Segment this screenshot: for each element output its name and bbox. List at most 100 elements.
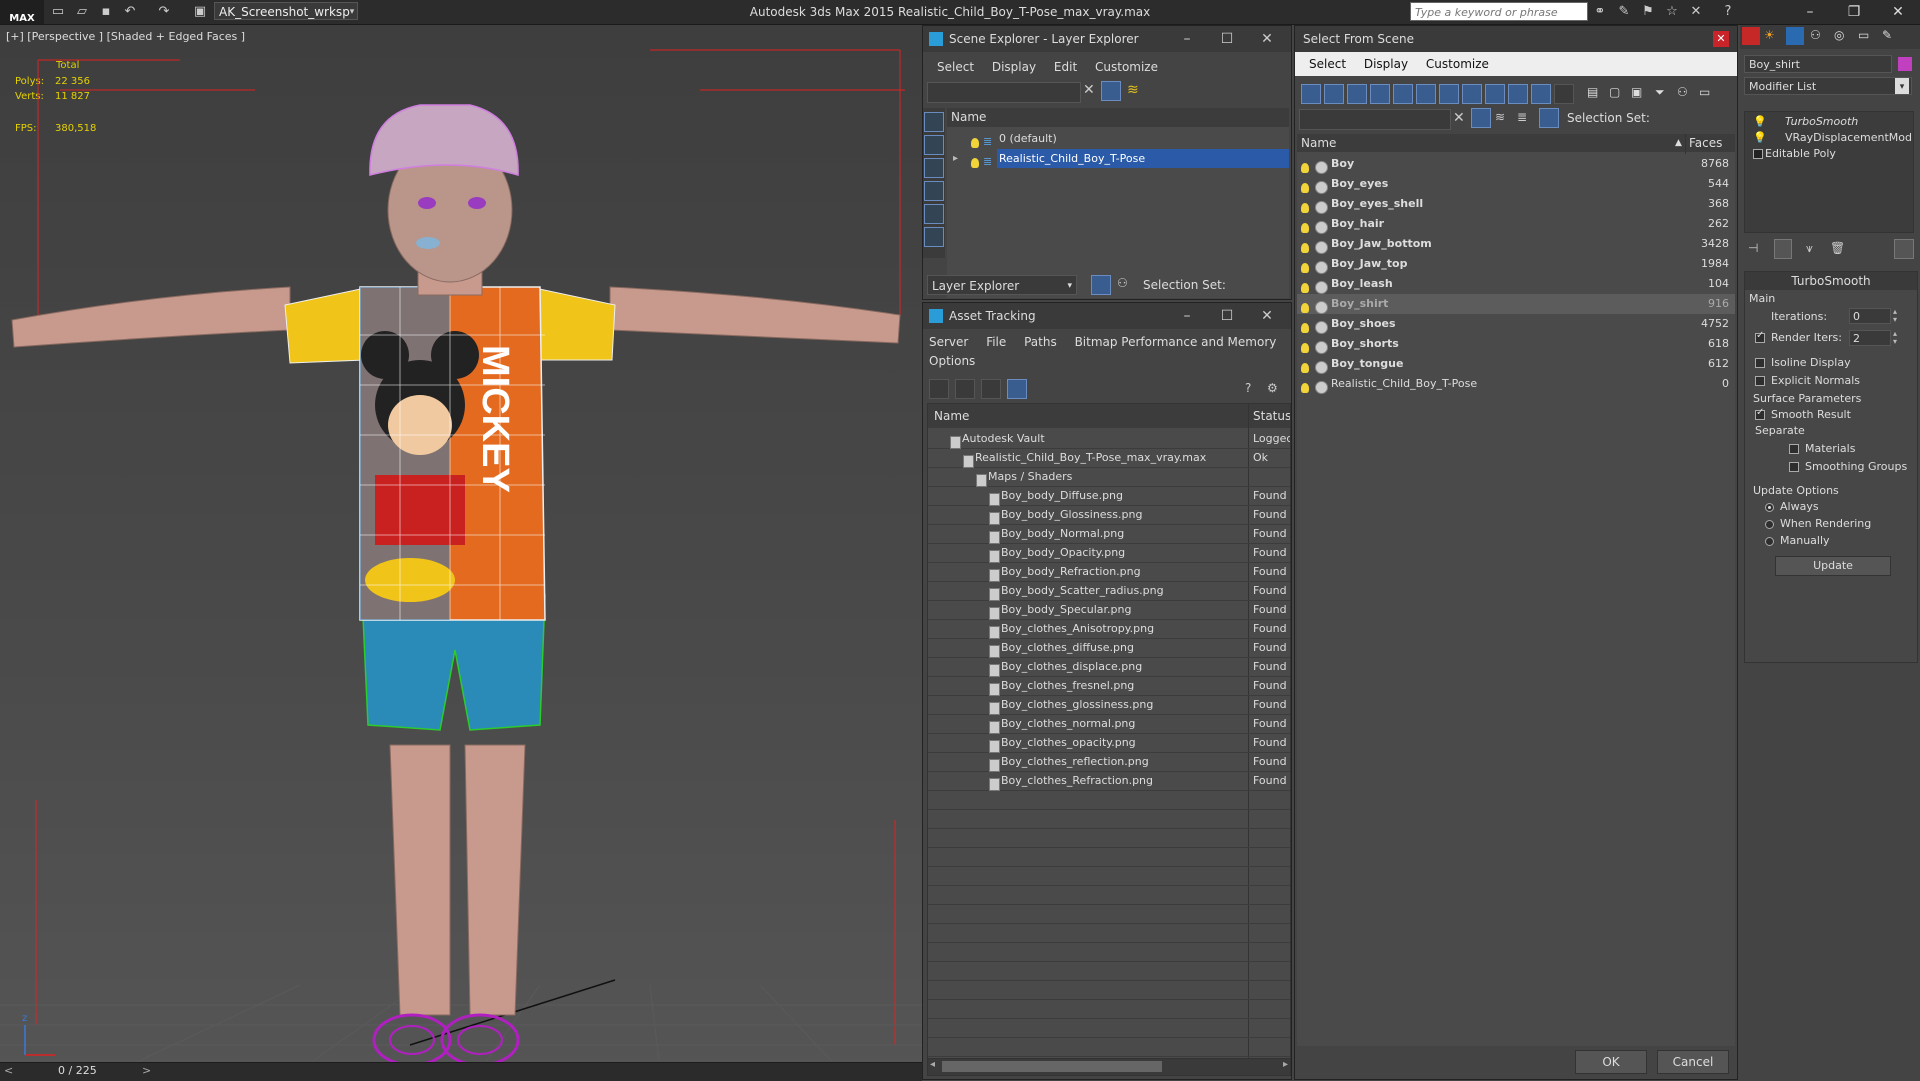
object-row[interactable]: Boy_shirt 916 — [1297, 294, 1735, 314]
tools-icon[interactable]: ✎ — [1616, 4, 1632, 20]
asset-row[interactable]: Boy_clothes_opacity.png Found — [928, 733, 1290, 753]
asset-row[interactable]: Maps / Shaders — [928, 467, 1290, 487]
time-next-icon[interactable]: > — [142, 1064, 151, 1077]
explicit-normals-checkbox[interactable] — [1755, 376, 1765, 386]
binoculars-icon[interactable]: ⚭ — [1592, 4, 1608, 20]
update-button[interactable]: Update — [1775, 556, 1891, 576]
cancel-button[interactable]: Cancel — [1657, 1050, 1729, 1074]
make-unique-icon[interactable]: ⩛ — [1806, 241, 1813, 256]
refresh-icon[interactable] — [929, 379, 949, 399]
object-row[interactable]: Boy_shorts 618 — [1297, 334, 1735, 354]
rollout-title[interactable]: TurboSmooth — [1745, 272, 1917, 290]
display-none-icon[interactable]: ▢ — [1609, 85, 1620, 99]
stack-item-editable-poly[interactable]: Editable Poly — [1745, 144, 1913, 163]
show-end-result-icon[interactable] — [1774, 239, 1792, 259]
manually-radio[interactable] — [1765, 536, 1774, 546]
select-from-scene-titlebar[interactable]: Select From Scene — [1295, 26, 1737, 52]
undo-icon[interactable]: ↶ — [122, 4, 138, 20]
display-lights-icon[interactable] — [1347, 84, 1367, 104]
expand-arrow-icon[interactable]: ▸ — [953, 149, 958, 168]
menu-display[interactable]: Display — [1364, 57, 1408, 71]
table-view-icon[interactable] — [1007, 379, 1027, 399]
asset-row[interactable]: Boy_body_Specular.png Found — [928, 600, 1290, 620]
maximize-icon[interactable]: ☐ — [1207, 303, 1247, 329]
save-icon[interactable]: ▪ — [98, 4, 114, 20]
object-row[interactable]: Boy_leash 104 — [1297, 274, 1735, 294]
spinner-arrows-icon[interactable]: ▴ ▾ — [1893, 330, 1897, 346]
minimize-icon[interactable]: – — [1167, 26, 1207, 52]
display-containers-icon[interactable] — [1508, 84, 1528, 104]
column-header-faces[interactable]: Faces — [1689, 134, 1722, 152]
new-file-icon[interactable]: ▭ — [50, 4, 66, 20]
column-header-name[interactable]: Name — [934, 404, 969, 428]
menu-edit[interactable]: Edit — [1054, 60, 1077, 74]
list-view-icon[interactable] — [955, 379, 975, 399]
display-shapes-icon[interactable] — [1324, 84, 1344, 104]
star-icon[interactable]: ☆ — [1664, 4, 1680, 20]
scrollbar-thumb[interactable] — [942, 1061, 1162, 1072]
scroll-right-icon[interactable]: ▸ — [1283, 1059, 1288, 1070]
column-header-name[interactable]: Name — [1301, 134, 1336, 152]
filter-icon[interactable] — [1101, 81, 1121, 101]
menu-display[interactable]: Display — [992, 60, 1036, 74]
modifier-list-dropdown[interactable]: Modifier List ▾ — [1744, 77, 1912, 95]
remove-modifier-icon[interactable]: 🗑 — [1830, 241, 1845, 255]
perspective-viewport[interactable]: [+] [Perspective ] [Shaded + Edged Faces… — [0, 25, 922, 1070]
motion-tab-icon[interactable]: ◎ — [1834, 28, 1844, 42]
display-frozen-icon[interactable] — [1531, 84, 1551, 104]
explorer-type-dropdown[interactable]: Layer Explorer ▾ — [927, 275, 1077, 295]
minimize-icon[interactable]: – — [1167, 303, 1207, 329]
display-shapes-icon[interactable] — [924, 158, 944, 178]
smoothing-groups-checkbox[interactable] — [1789, 462, 1799, 472]
layer-row-boy[interactable]: ▸ ≣ Realistic_Child_Boy_T-Pose — [947, 149, 1289, 168]
restore-icon[interactable]: ❐ — [1832, 0, 1876, 24]
menu-select[interactable]: Select — [937, 60, 974, 74]
materials-checkbox[interactable] — [1789, 444, 1799, 454]
light-bulb-icon[interactable] — [1301, 378, 1309, 398]
display-geometry-icon[interactable] — [1301, 84, 1321, 104]
asset-row[interactable]: Boy_body_Scatter_radius.png Found — [928, 581, 1290, 601]
minimize-icon[interactable]: – — [1788, 0, 1832, 24]
menu-server[interactable]: Server — [929, 335, 968, 349]
asset-row[interactable]: Boy_clothes_reflection.png Found — [928, 752, 1290, 772]
render-iters-checkbox[interactable] — [1755, 330, 1765, 343]
layers-icon[interactable]: ≋ — [1495, 110, 1505, 124]
open-file-icon[interactable]: ▱ — [74, 4, 90, 20]
when-rendering-radio[interactable] — [1765, 519, 1774, 529]
layer-row-default[interactable]: ≣ 0 (default) — [947, 129, 1289, 148]
asset-row[interactable]: Boy_clothes_fresnel.png Found — [928, 676, 1290, 696]
menu-customize[interactable]: Customize — [1095, 60, 1158, 74]
light-bulb-icon[interactable] — [971, 158, 979, 168]
asset-row[interactable]: Boy_body_Refraction.png Found — [928, 562, 1290, 582]
display-cameras-icon[interactable] — [924, 204, 944, 224]
object-row[interactable]: Boy_Jaw_top 1984 — [1297, 254, 1735, 274]
help-icon[interactable]: ? — [1245, 381, 1251, 395]
asset-row[interactable]: Boy_clothes_normal.png Found — [928, 714, 1290, 734]
select-search-input[interactable] — [1299, 109, 1451, 130]
asset-row[interactable]: Boy_clothes_glossiness.png Found — [928, 695, 1290, 715]
layer-toggle-icon[interactable] — [1091, 275, 1111, 295]
hierarchy-icon[interactable]: ⚇ — [1117, 276, 1128, 290]
always-radio[interactable] — [1765, 502, 1774, 512]
asset-row[interactable]: Autodesk Vault Logged — [928, 429, 1290, 449]
asset-row[interactable]: Boy_clothes_displace.png Found — [928, 657, 1290, 677]
horizontal-scrollbar[interactable]: ◂ ▸ — [927, 1058, 1291, 1076]
close-icon[interactable]: ✕ — [1713, 31, 1729, 47]
asset-row[interactable]: Boy_body_Normal.png Found — [928, 524, 1290, 544]
object-row[interactable]: Boy_Jaw_bottom 3428 — [1297, 234, 1735, 254]
search-input[interactable]: Type a keyword or phrase — [1410, 2, 1588, 21]
object-row[interactable]: Boy_tongue 612 — [1297, 354, 1735, 374]
display-spacewarps-icon[interactable] — [1416, 84, 1436, 104]
display-xrefs-icon[interactable] — [1462, 84, 1482, 104]
configure-sets-icon[interactable] — [1894, 239, 1914, 259]
display-bones-icon[interactable] — [1485, 84, 1505, 104]
project-icon[interactable]: ▣ — [192, 4, 208, 20]
close-icon[interactable]: ✕ — [1247, 26, 1287, 52]
create-tab-icon[interactable] — [1742, 27, 1760, 45]
filter-icon[interactable]: ⏷ — [1655, 85, 1665, 100]
asset-row[interactable]: Boy_clothes_Refraction.png Found — [928, 771, 1290, 791]
redo-icon[interactable]: ↷ — [156, 4, 172, 20]
menu-select[interactable]: Select — [1309, 57, 1346, 71]
column-header-status[interactable]: Status — [1253, 404, 1290, 428]
display-cameras-icon[interactable] — [1370, 84, 1390, 104]
